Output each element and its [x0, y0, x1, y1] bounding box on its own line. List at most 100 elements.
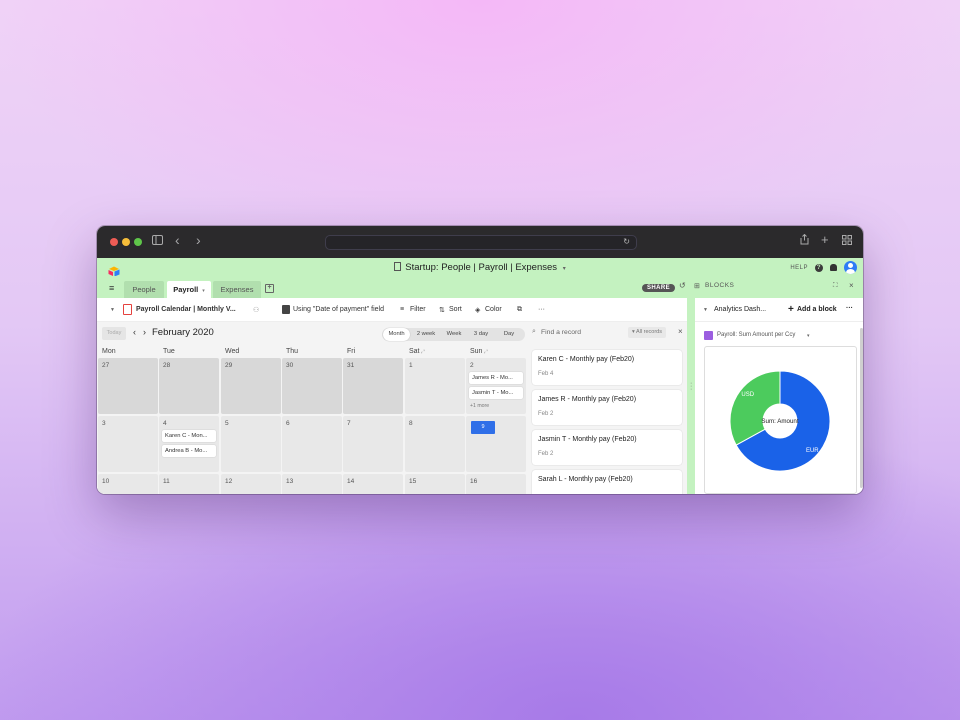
- add-table-icon[interactable]: +: [265, 284, 274, 293]
- share-view-icon[interactable]: ⧉: [517, 306, 522, 314]
- day-cell[interactable]: 2 James R - Mo... Jasmin T - Mo... +1 more: [466, 358, 526, 414]
- day-cell[interactable]: 3: [98, 416, 158, 472]
- mode-week[interactable]: Week: [442, 328, 466, 341]
- day-cell[interactable]: 9: [466, 416, 526, 472]
- blocks-button[interactable]: BLOCKS: [705, 282, 734, 289]
- sort-icon[interactable]: ⇅: [439, 306, 445, 314]
- panel-scrollbar[interactable]: [860, 328, 863, 488]
- minimize-window-button[interactable]: [122, 238, 130, 246]
- history-icon[interactable]: ↺: [679, 281, 686, 290]
- day-number: 1: [409, 362, 413, 369]
- day-number: 5: [225, 420, 229, 427]
- day-cell[interactable]: 14: [343, 474, 403, 494]
- day-cell[interactable]: 12: [221, 474, 281, 494]
- calendar-event[interactable]: Jasmin T - Mo...: [469, 387, 523, 399]
- day-cell[interactable]: 31: [343, 358, 403, 414]
- day-cell[interactable]: 10: [98, 474, 158, 494]
- prev-month-button[interactable]: ‹: [133, 327, 136, 337]
- blocks-icon[interactable]: ⊞: [694, 282, 700, 290]
- panel-divider[interactable]: · · ·: [687, 298, 695, 494]
- day-cell[interactable]: 30: [282, 358, 342, 414]
- filter-icon[interactable]: ≡: [400, 306, 404, 313]
- color-button[interactable]: Color: [485, 306, 502, 313]
- chevron-down-icon[interactable]: ▾: [202, 288, 205, 294]
- view-name[interactable]: Payroll Calendar | Monthly V...: [136, 306, 236, 313]
- view-toolbar: ▼ Payroll Calendar | Monthly V... ⚇ Usin…: [97, 298, 687, 322]
- mode-3-day[interactable]: 3 day: [468, 328, 494, 341]
- user-avatar[interactable]: [844, 261, 857, 274]
- day-cell[interactable]: 6: [282, 416, 342, 472]
- record-card[interactable]: Sarah L - Monthly pay (Feb20): [532, 470, 682, 494]
- address-bar[interactable]: ↻: [325, 235, 637, 250]
- block-title[interactable]: Payroll: Sum Amount per Ccy: [717, 332, 795, 338]
- share-icon[interactable]: [800, 233, 809, 248]
- browser-window: ‹ › ↻ + Startup: People | Payroll | Expe…: [97, 226, 863, 494]
- record-card[interactable]: James R - Monthly pay (Feb20) Feb 2: [532, 390, 682, 425]
- calendar-event[interactable]: James R - Mo...: [469, 372, 523, 384]
- day-cell[interactable]: 29: [221, 358, 281, 414]
- expand-icon[interactable]: ⤢: [482, 349, 488, 355]
- day-cell[interactable]: 28: [159, 358, 219, 414]
- back-icon[interactable]: ‹: [175, 232, 180, 248]
- close-icon[interactable]: ×: [849, 281, 854, 290]
- mode-day[interactable]: Day: [496, 328, 522, 341]
- search-input[interactable]: Find a record: [541, 329, 581, 336]
- help-icon[interactable]: ?: [815, 263, 823, 272]
- drag-handle-icon[interactable]: · · ·: [690, 380, 692, 393]
- record-card[interactable]: Karen C - Monthly pay (Feb20) Feb 4: [532, 350, 682, 385]
- plus-icon[interactable]: +: [788, 304, 794, 315]
- close-search-icon[interactable]: ×: [678, 327, 683, 336]
- more-options-button[interactable]: ···: [846, 305, 853, 312]
- fullscreen-icon[interactable]: ⛶: [833, 282, 838, 290]
- tab-expenses[interactable]: Expenses: [213, 281, 261, 298]
- base-title[interactable]: Startup: People | Payroll | Expenses ▾: [97, 262, 863, 273]
- day-cell[interactable]: 27: [98, 358, 158, 414]
- menu-icon[interactable]: ≡: [109, 284, 114, 293]
- close-window-button[interactable]: [110, 238, 118, 246]
- weekday-header: Sat ⤢: [409, 348, 425, 355]
- date-field-button[interactable]: Using "Date of payment" field: [293, 306, 384, 313]
- sidebar-icon[interactable]: [152, 235, 163, 248]
- share-button[interactable]: SHARE: [642, 284, 676, 292]
- chevron-down-icon[interactable]: ▾: [807, 333, 810, 339]
- day-cell[interactable]: 15: [405, 474, 465, 494]
- day-cell[interactable]: 5: [221, 416, 281, 472]
- filter-button[interactable]: Filter: [410, 306, 426, 313]
- expand-icon[interactable]: ⤢: [420, 349, 425, 355]
- help-label[interactable]: HELP: [790, 265, 808, 271]
- bell-icon[interactable]: [830, 264, 837, 271]
- sort-button[interactable]: Sort: [449, 306, 462, 313]
- color-icon[interactable]: ◈: [475, 306, 480, 314]
- day-cell[interactable]: 1: [405, 358, 465, 414]
- tab-payroll[interactable]: Payroll ▾: [167, 281, 211, 298]
- forward-icon[interactable]: ›: [196, 232, 201, 248]
- new-tab-icon[interactable]: +: [821, 232, 829, 247]
- more-events-link[interactable]: +1 more: [470, 403, 489, 409]
- slice-usd[interactable]: [729, 370, 781, 446]
- next-month-button[interactable]: ›: [143, 327, 146, 337]
- tab-people[interactable]: People: [124, 281, 164, 298]
- calendar-event[interactable]: Karen C - Mon...: [162, 430, 216, 442]
- reload-icon[interactable]: ↻: [623, 237, 630, 246]
- all-records-filter[interactable]: ▾ All records: [628, 327, 666, 338]
- add-block-button[interactable]: Add a block: [797, 306, 837, 313]
- day-number: 15: [409, 478, 417, 485]
- day-cell[interactable]: 7: [343, 416, 403, 472]
- mode-month[interactable]: Month: [383, 328, 410, 341]
- collaborators-icon[interactable]: ⚇: [253, 306, 259, 314]
- record-card[interactable]: Jasmin T - Monthly pay (Feb20) Feb 2: [532, 430, 682, 465]
- more-options-button[interactable]: ···: [538, 306, 545, 313]
- day-cell[interactable]: 8: [405, 416, 465, 472]
- today-button[interactable]: Today: [102, 327, 126, 340]
- collapse-icon[interactable]: ▼: [703, 307, 708, 313]
- calendar-event[interactable]: Andrea B - Mo...: [162, 445, 216, 457]
- day-cell[interactable]: 13: [282, 474, 342, 494]
- day-cell[interactable]: 16: [466, 474, 526, 494]
- day-cell[interactable]: 4 Karen C - Mon... Andrea B - Mo...: [159, 416, 219, 472]
- mode-2-week[interactable]: 2 week: [412, 328, 440, 341]
- tab-overview-icon[interactable]: [842, 235, 852, 248]
- collapse-icon[interactable]: ▼: [110, 307, 115, 313]
- dashboard-title[interactable]: Analytics Dash...: [714, 306, 766, 313]
- day-cell[interactable]: 11: [159, 474, 219, 494]
- zoom-window-button[interactable]: [134, 238, 142, 246]
